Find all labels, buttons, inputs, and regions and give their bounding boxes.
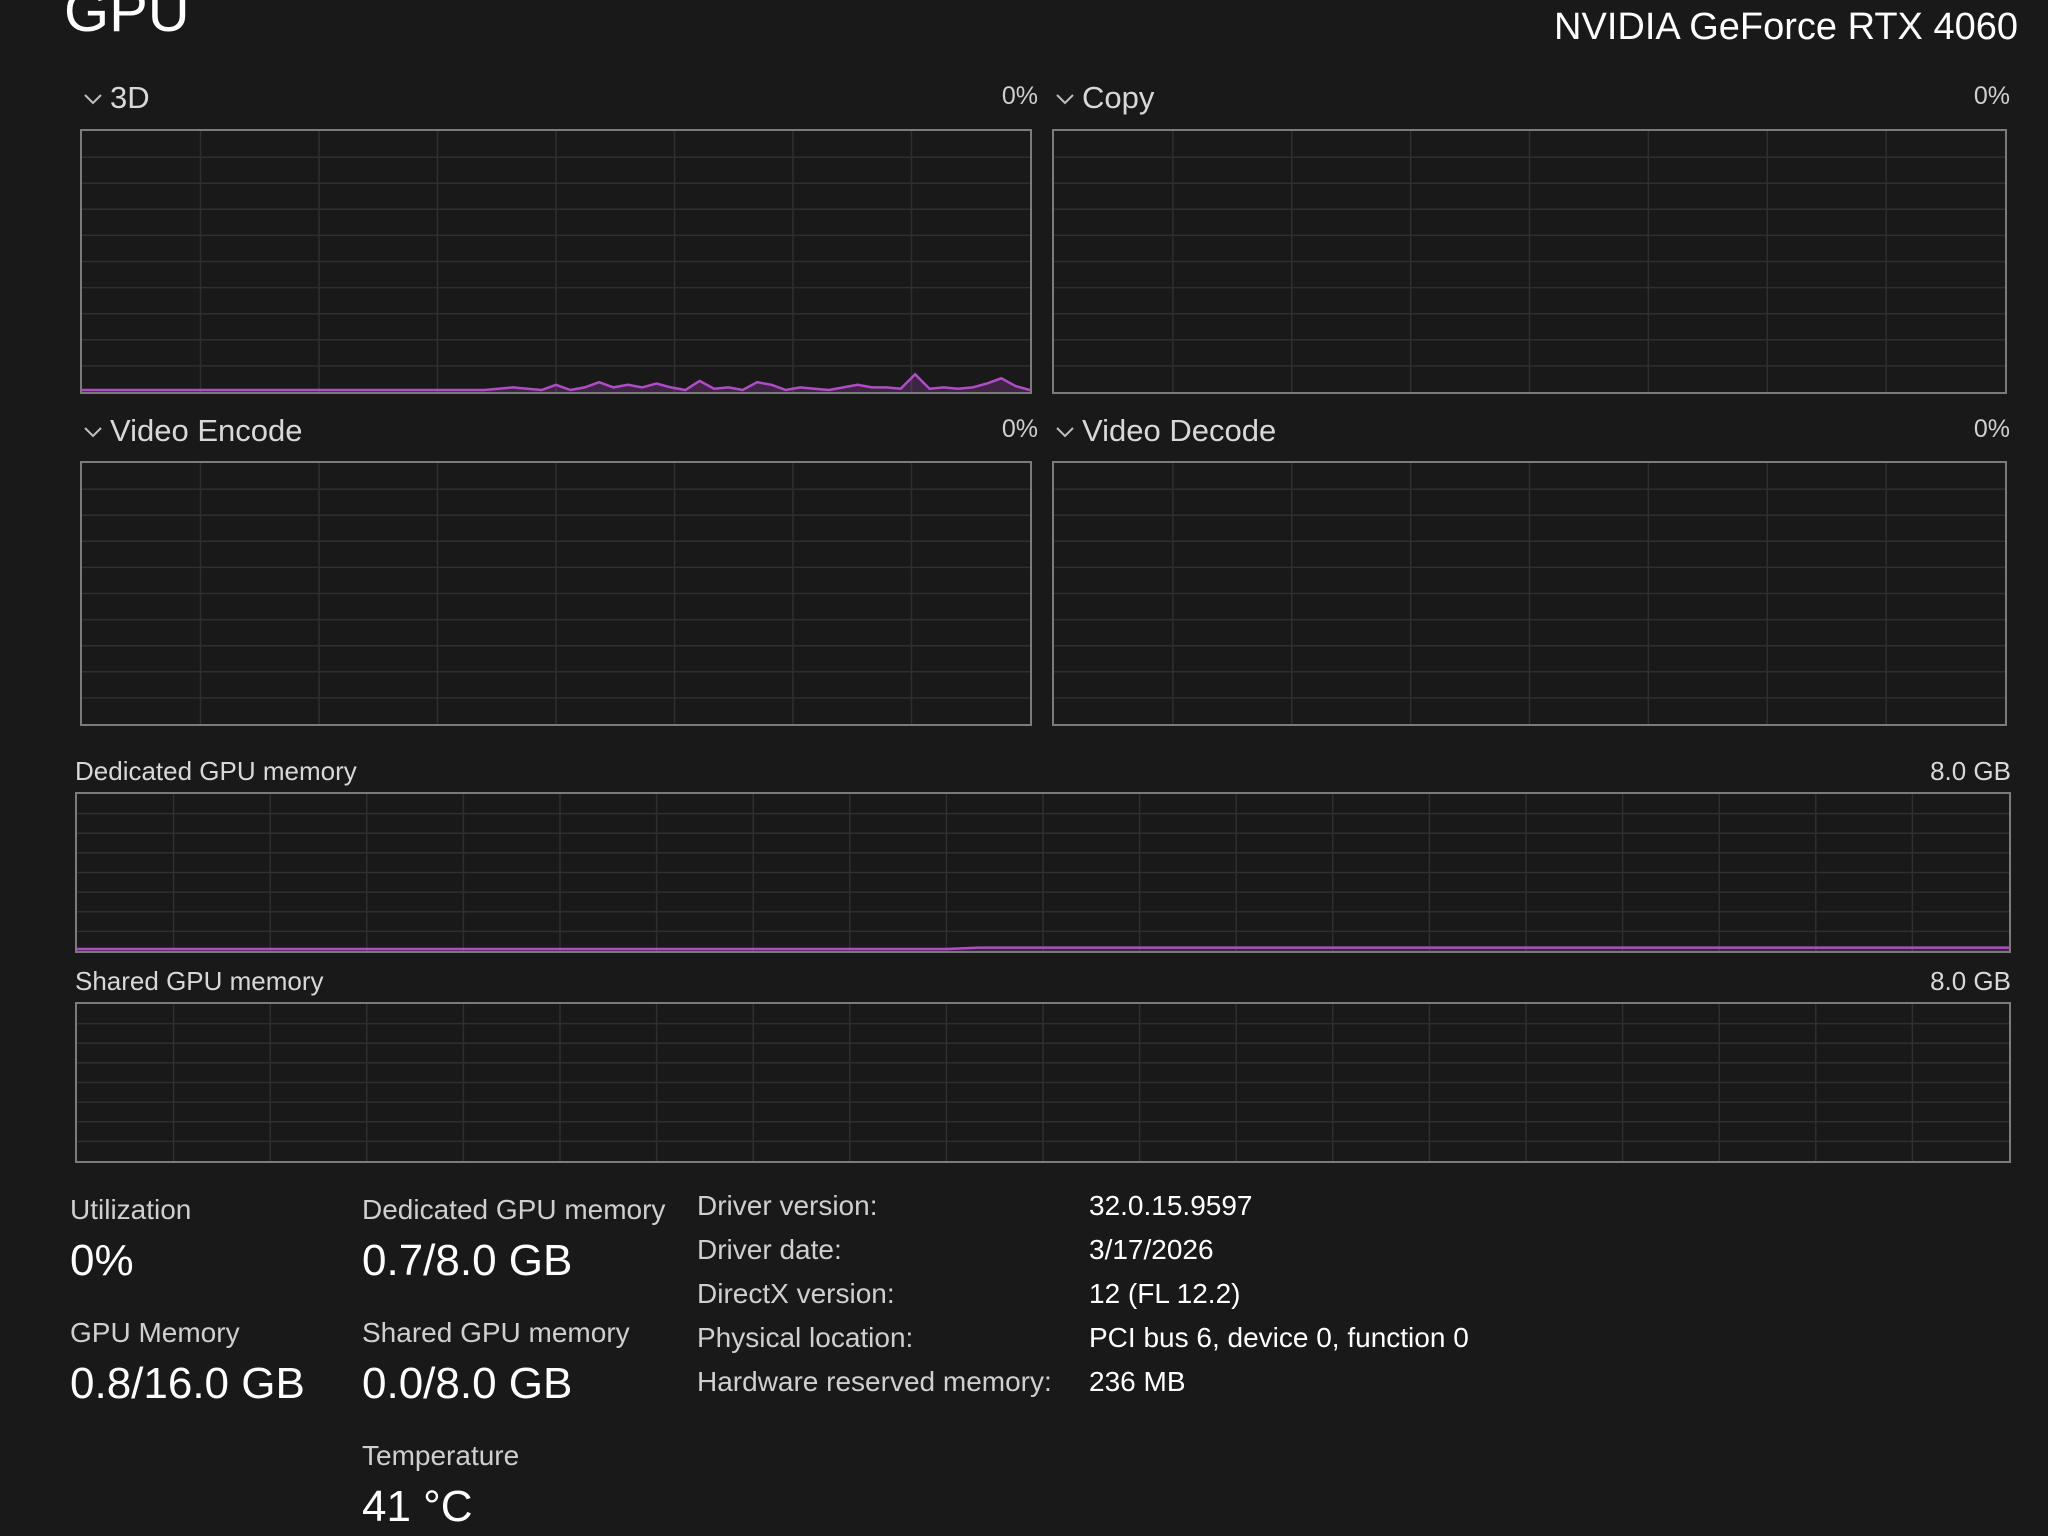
engine-selector-3d[interactable]: 3D [110,80,150,116]
engine-percent-copy: 0% [1973,82,2010,110]
engine-graph-copy-svg [1054,131,2005,392]
engine-graph-copy [1052,129,2007,394]
stat-utilization: Utilization 0% [70,1194,191,1286]
dedicated-memory-graph-label: Dedicated GPU memory [75,756,357,786]
chevron-down-icon[interactable] [1052,86,1078,112]
hardware-reserved-memory-key: Hardware reserved memory: [697,1366,1052,1397]
physical-location-key: Physical location: [697,1322,914,1353]
shared-memory-label: Shared GPU memory [362,1317,630,1348]
engine-graph-video-decode [1052,461,2007,726]
temperature-label: Temperature [362,1440,520,1471]
driver-date-key: Driver date: [697,1234,842,1265]
shared-memory-capacity: 8.0 GB [1930,966,2011,996]
driver-date-value: 3/17/2026 [1089,1234,1214,1265]
engine-header-video-decode: Video Decode 0% [1052,413,2010,453]
engine-percent-3d: 0% [1001,82,1038,110]
shared-memory-header: Shared GPU memory 8.0 GB [75,966,2011,1002]
gpu-device-name: NVIDIA GeForce RTX 4060 [1554,6,2018,48]
chevron-down-icon[interactable] [80,86,106,112]
chevron-down-icon[interactable] [1052,419,1078,445]
gpu-memory-value: 0.8/16.0 GB [70,1359,305,1408]
dedicated-memory-graph-svg [77,794,2009,951]
gpu-memory-label: GPU Memory [70,1317,240,1348]
engine-percent-video-encode: 0% [1001,415,1038,443]
engine-selector-video-decode[interactable]: Video Decode [1082,413,1276,449]
temperature-value: 41 °C [362,1482,473,1531]
chevron-down-icon[interactable] [80,419,106,445]
shared-memory-graph [75,1002,2011,1163]
page-title: GPU [64,0,190,44]
driver-version-value: 32.0.15.9597 [1089,1190,1253,1221]
physical-location-value: PCI bus 6, device 0, function 0 [1089,1322,1469,1353]
directx-version-key: DirectX version: [697,1278,895,1309]
utilization-label: Utilization [70,1194,192,1225]
dedicated-memory-graph [75,792,2011,953]
engine-graph-video-decode-svg [1054,463,2005,724]
utilization-value: 0% [70,1236,134,1285]
engine-header-3d: 3D 0% [80,80,1038,120]
engine-header-video-encode: Video Encode 0% [80,413,1038,453]
engine-graph-3d-svg [82,131,1030,392]
dedicated-memory-value: 0.7/8.0 GB [362,1236,573,1285]
dedicated-memory-label: Dedicated GPU memory [362,1194,666,1225]
hardware-reserved-memory-value: 236 MB [1089,1366,1186,1397]
stat-gpu-memory: GPU Memory 0.8/16.0 GB [70,1317,305,1409]
driver-version-key: Driver version: [697,1190,878,1221]
directx-version-value: 12 (FL 12.2) [1089,1278,1241,1309]
engine-graph-video-encode-svg [82,463,1030,724]
task-manager-gpu-page: GPU NVIDIA GeForce RTX 4060 3D 0% Copy 0… [0,0,2048,1536]
memory-series-line [77,946,2009,951]
engine-selector-video-encode[interactable]: Video Encode [110,413,302,449]
shared-memory-graph-label: Shared GPU memory [75,966,324,996]
shared-memory-graph-svg [77,1004,2009,1161]
stat-dedicated-memory: Dedicated GPU memory 0.7/8.0 GB [362,1194,665,1286]
dedicated-memory-header: Dedicated GPU memory 8.0 GB [75,756,2011,792]
shared-memory-value: 0.0/8.0 GB [362,1359,573,1408]
dedicated-memory-capacity: 8.0 GB [1930,756,2011,786]
stat-temperature: Temperature 41 °C [362,1440,519,1532]
stat-shared-memory: Shared GPU memory 0.0/8.0 GB [362,1317,630,1409]
engine-percent-video-decode: 0% [1973,415,2010,443]
engine-selector-copy[interactable]: Copy [1082,80,1154,116]
engine-graph-video-encode [80,461,1032,726]
engine-header-copy: Copy 0% [1052,80,2010,120]
engine-graph-3d [80,129,1032,394]
